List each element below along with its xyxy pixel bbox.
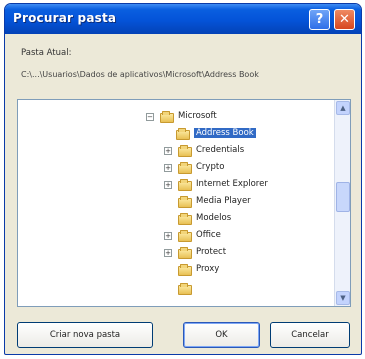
folder-icon: [178, 145, 192, 157]
tree-item-label: Office: [196, 230, 221, 240]
tree-item-label: Modelos: [196, 213, 232, 223]
current-folder-path: C:\...\Usuarios\Dados de aplicativos\Mic…: [21, 70, 259, 79]
current-folder-label: Pasta Atual:: [21, 48, 72, 58]
tree-item-label: Proxy: [196, 264, 220, 274]
tree-item-label: Internet Explorer: [196, 179, 268, 189]
folder-icon: [178, 247, 192, 259]
tree-item-label: Media Player: [196, 196, 251, 206]
folder-icon: [178, 230, 192, 242]
folder-icon: [178, 213, 192, 225]
expand-icon[interactable]: +: [164, 181, 172, 189]
tree-item-label: Microsoft: [178, 111, 217, 121]
folder-icon: [178, 196, 192, 208]
folder-open-icon: [160, 111, 174, 123]
title-bar[interactable]: Procurar pasta ? ✕: [5, 4, 361, 34]
folder-icon: [176, 128, 190, 140]
tree-item-label-selected: Address Book: [194, 128, 256, 138]
cancel-button[interactable]: Cancelar: [270, 322, 350, 348]
folder-icon: [178, 162, 192, 174]
scroll-down-icon[interactable]: ▼: [336, 291, 350, 305]
scroll-thumb[interactable]: [336, 182, 350, 212]
folder-icon: [178, 264, 192, 276]
tree-item-label: Crypto: [196, 162, 225, 172]
folder-icon: [178, 179, 192, 191]
folder-icon: [178, 283, 192, 295]
expand-icon[interactable]: +: [164, 249, 172, 257]
window-title: Procurar pasta: [13, 11, 117, 25]
browse-folder-dialog: Procurar pasta ? ✕ Pasta Atual: C:\...\U…: [4, 3, 362, 355]
tree-scrollbar[interactable]: ▲ ▼: [334, 100, 350, 306]
collapse-icon[interactable]: −: [146, 113, 154, 121]
help-button[interactable]: ?: [309, 9, 330, 30]
expand-icon[interactable]: +: [164, 147, 172, 155]
ok-button[interactable]: OK: [183, 322, 260, 348]
scroll-up-icon[interactable]: ▲: [336, 101, 350, 115]
tree-item-label: Protect: [196, 247, 227, 257]
expand-icon[interactable]: +: [164, 164, 172, 172]
close-button[interactable]: ✕: [334, 9, 355, 30]
tree-item-label: Credentials: [196, 145, 245, 155]
folder-tree[interactable]: − Microsoft Address Book + Credentials +…: [17, 99, 351, 307]
new-folder-button[interactable]: Criar nova pasta: [17, 322, 153, 348]
expand-icon[interactable]: +: [164, 232, 172, 240]
